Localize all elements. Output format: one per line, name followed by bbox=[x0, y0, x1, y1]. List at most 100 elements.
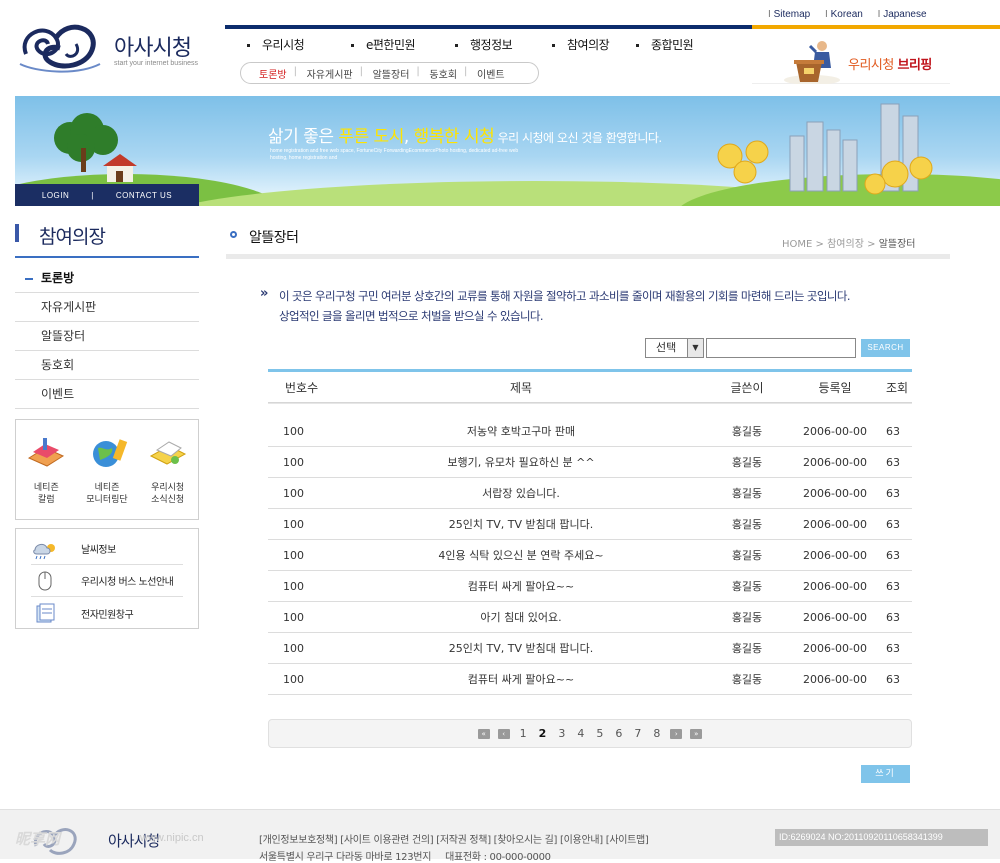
gnb-item-2[interactable]: e편한민원 bbox=[351, 36, 416, 53]
board-table: 번호수 제목 글쓴이 등록일 조회 100 저농약 호박고구마 판매 홍길동 2… bbox=[268, 369, 912, 695]
util-link-japanese[interactable]: Japanese bbox=[878, 9, 927, 20]
login-strip: LOGIN | CONTACT US bbox=[15, 184, 199, 206]
quick-links-box: 네티즌 칼럼 네티즌 모니터링단 우리시청 소식신청 bbox=[15, 419, 199, 520]
table-row[interactable]: 100 컴퓨터 싸게 팔아요~~ 홍길동 2006-00-00 63 bbox=[268, 571, 912, 602]
contact-us-link[interactable]: CONTACT US bbox=[116, 191, 172, 200]
gnb-item-1[interactable]: 우리시청 bbox=[247, 36, 305, 53]
util-link-sitemap[interactable]: Sitemap bbox=[768, 9, 810, 20]
info-link-civil-service[interactable]: 전자민원창구 bbox=[31, 597, 183, 629]
site-name[interactable]: 아사시청 bbox=[114, 30, 192, 62]
quick-link-1[interactable]: 네티즌 칼럼 bbox=[18, 436, 74, 519]
prev-page-icon[interactable]: ‹ bbox=[497, 728, 510, 739]
post-title-link[interactable]: 저농약 호박고구마 판매 bbox=[332, 423, 710, 439]
page-link[interactable]: 6 bbox=[615, 727, 622, 740]
intro-line-1: 이 곳은 우리구청 구민 여러분 상호간의 교류를 통해 자원을 절약하고 과소… bbox=[279, 289, 851, 303]
info-link-bus-route[interactable]: 우리시청 버스 노선안내 bbox=[31, 565, 183, 597]
gnb-item-4[interactable]: 참여의장 bbox=[552, 36, 610, 53]
post-title-link[interactable]: 서랍장 있습니다. bbox=[332, 485, 710, 501]
post-title-link[interactable]: 아기 침대 있어요. bbox=[332, 609, 710, 625]
content-title-underline bbox=[226, 254, 950, 259]
subnav-item-3[interactable]: 알뜰장터 bbox=[360, 66, 420, 81]
info-link-weather[interactable]: 날씨정보 bbox=[31, 533, 183, 565]
content-title-bullet bbox=[230, 231, 237, 238]
lnb-title-bar bbox=[15, 224, 19, 242]
briefing-label[interactable]: 우리시청 브리핑 bbox=[848, 54, 932, 73]
pagination: « ‹ 1 2 3 4 5 6 7 8 › » bbox=[268, 719, 912, 748]
col-header-views: 조회 bbox=[886, 380, 909, 395]
lnb-divider bbox=[15, 256, 199, 258]
lnb-item-1[interactable]: 토론방 bbox=[15, 264, 199, 293]
footer-tel: 대표전화 : 00-000-0000 bbox=[445, 852, 551, 863]
search-input[interactable] bbox=[706, 338, 856, 358]
page-link[interactable]: 1 bbox=[520, 727, 527, 740]
page-link-current[interactable]: 2 bbox=[539, 727, 547, 740]
search-button[interactable]: SEARCH bbox=[861, 339, 910, 357]
post-title-link[interactable]: 컴퓨터 싸게 팔아요~~ bbox=[332, 578, 710, 594]
post-title-link[interactable]: 25인치 TV, TV 받침대 팝니다. bbox=[332, 516, 710, 532]
table-row[interactable]: 100 컴퓨터 싸게 팔아요~~ 홍길동 2006-00-00 63 bbox=[268, 664, 912, 695]
banner-subtext: home registration and free web space, Fo… bbox=[270, 148, 519, 161]
lnb-item-5[interactable]: 이벤트 bbox=[15, 380, 199, 409]
quick-link-2[interactable]: 네티즌 모니터링단 bbox=[79, 436, 135, 519]
image-id-stamp: ID:6269024 NO:20110920110658341399 bbox=[775, 829, 988, 846]
page-link[interactable]: 5 bbox=[596, 727, 603, 740]
lnb-item-3[interactable]: 알뜰장터 bbox=[15, 322, 199, 351]
watermark-url: www.nipic.cn bbox=[140, 832, 204, 844]
board-intro: 이 곳은 우리구청 구민 여러분 상호간의 교류를 통해 자원을 절약하고 과소… bbox=[279, 286, 851, 326]
speaker-podium-icon bbox=[784, 41, 840, 84]
next-page-icon[interactable]: › bbox=[670, 728, 683, 739]
lnb-menu: 토론방 자유게시판 알뜰장터 동호회 이벤트 bbox=[15, 264, 199, 409]
table-row[interactable]: 100 보행기, 유모차 필요하신 분 ^^ 홍길동 2006-00-00 63 bbox=[268, 447, 912, 478]
table-row[interactable]: 100 4인용 식탁 있으신 분 연락 주세요~ 홍길동 2006-00-00 … bbox=[268, 540, 912, 571]
sub-navigation: 토론방 자유게시판 알뜰장터 동호회 이벤트 bbox=[240, 62, 539, 84]
site-logo-icon[interactable] bbox=[16, 14, 104, 76]
breadcrumb-current: 알뜰장터 bbox=[878, 239, 916, 250]
table-header: 번호수 제목 글쓴이 등록일 조회 bbox=[268, 369, 912, 403]
lnb-title: 참여의장 bbox=[39, 226, 106, 248]
login-link[interactable]: LOGIN bbox=[42, 191, 69, 200]
breadcrumb-home[interactable]: HOME bbox=[782, 239, 812, 250]
info-links-box: 날씨정보 우리시청 버스 노선안내 전자민원창구 bbox=[15, 528, 199, 629]
subnav-item-2[interactable]: 자유게시판 bbox=[294, 66, 363, 81]
quick-link-3[interactable]: 우리시청 소식신청 bbox=[140, 436, 196, 519]
weather-icon bbox=[33, 543, 55, 559]
subnav-item-1[interactable]: 토론방 bbox=[259, 66, 297, 81]
post-title-link[interactable]: 25인치 TV, TV 받침대 팝니다. bbox=[332, 640, 710, 656]
page-link[interactable]: 3 bbox=[558, 727, 565, 740]
subnav-item-4[interactable]: 동호회 bbox=[416, 66, 467, 81]
newsletter-icon bbox=[149, 441, 186, 465]
table-row[interactable]: 100 25인치 TV, TV 받침대 팝니다. 홍길동 2006-00-00 … bbox=[268, 509, 912, 540]
footer-links[interactable]: [개인정보보호정책] [사이트 이용관련 건의] [저작권 정책] [찾아오시는… bbox=[259, 831, 649, 846]
gnb-item-3[interactable]: 행정정보 bbox=[455, 36, 513, 53]
banner-headline: 삶기 좋은 푸른 도시, 행복한 시청 우리 시청에 오신 것을 환영합니다. bbox=[268, 127, 662, 147]
write-button[interactable]: 쓰기 bbox=[861, 765, 910, 783]
col-header-title: 제목 bbox=[509, 380, 533, 395]
first-page-icon[interactable]: « bbox=[477, 728, 490, 739]
table-row[interactable]: 100 저농약 호박고구마 판매 홍길동 2006-00-00 63 bbox=[268, 416, 912, 447]
document-stack-icon bbox=[36, 603, 55, 623]
post-title-link[interactable]: 4인용 식탁 있으신 분 연락 주세요~ bbox=[332, 547, 710, 563]
page-link[interactable]: 4 bbox=[577, 727, 584, 740]
search-category-select[interactable]: 선택 ▼ bbox=[645, 338, 704, 358]
last-page-icon[interactable]: » bbox=[690, 728, 703, 739]
breadcrumb: HOME > 참여의장 > 알뜰장터 bbox=[782, 239, 916, 250]
dropdown-arrow-icon: ▼ bbox=[687, 339, 703, 357]
col-header-number: 번호수 bbox=[285, 380, 319, 395]
page-link[interactable]: 8 bbox=[653, 727, 660, 740]
table-row[interactable]: 100 25인치 TV, TV 받침대 팝니다. 홍길동 2006-00-00 … bbox=[268, 633, 912, 664]
post-title-link[interactable]: 보행기, 유모차 필요하신 분 ^^ bbox=[332, 454, 710, 470]
site-tagline: start your internet business bbox=[114, 60, 199, 67]
globe-monitor-icon bbox=[92, 439, 128, 467]
col-header-date: 등록일 bbox=[818, 380, 852, 395]
column-book-icon bbox=[28, 438, 65, 467]
lnb-item-2[interactable]: 자유게시판 bbox=[15, 293, 199, 322]
util-link-korean[interactable]: Korean bbox=[825, 9, 863, 20]
breadcrumb-parent[interactable]: 참여의장 bbox=[827, 239, 864, 250]
subnav-item-5[interactable]: 이벤트 bbox=[464, 66, 515, 81]
table-row[interactable]: 100 서랍장 있습니다. 홍길동 2006-00-00 63 bbox=[268, 478, 912, 509]
lnb-item-4[interactable]: 동호회 bbox=[15, 351, 199, 380]
table-row[interactable]: 100 아기 침대 있어요. 홍길동 2006-00-00 63 bbox=[268, 602, 912, 633]
post-title-link[interactable]: 컴퓨터 싸게 팔아요~~ bbox=[332, 671, 710, 687]
page-link[interactable]: 7 bbox=[634, 727, 641, 740]
gnb-item-5[interactable]: 종합민원 bbox=[636, 36, 694, 53]
